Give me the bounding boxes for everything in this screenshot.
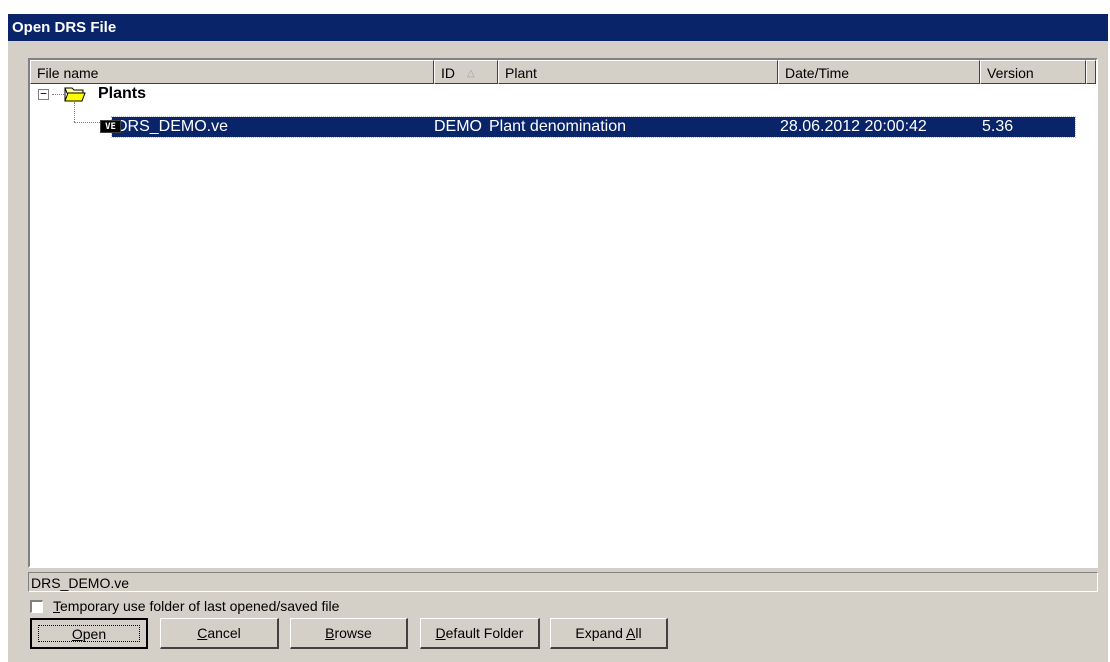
column-header-date-time[interactable]: Date/Time <box>778 60 980 84</box>
temp-folder-checkbox[interactable] <box>30 599 43 613</box>
folder-open-icon <box>64 87 86 102</box>
column-header-plant[interactable]: Plant <box>498 60 778 84</box>
tree-connector <box>74 122 100 123</box>
date-time-cell: 28.06.2012 20:00:42 <box>780 118 927 135</box>
open-button[interactable]: Open <box>30 618 148 649</box>
column-header-filler <box>1086 60 1096 84</box>
selected-path-field: DRS_DEMO.ve <box>28 572 1098 592</box>
tree-folder-label[interactable]: Plants <box>98 85 146 103</box>
expand-all-button[interactable]: Expand All <box>550 618 668 649</box>
column-header-id[interactable]: ID △ <box>434 60 498 84</box>
column-header-row: File name ID △ Plant Date/Time Version <box>30 60 1096 84</box>
temp-folder-option[interactable]: Temporary use folder of last opened/save… <box>30 596 339 616</box>
column-header-file-name[interactable]: File name <box>30 60 434 84</box>
ve-file-icon: VE <box>100 120 121 133</box>
id-cell: DEMO <box>434 118 482 135</box>
default-folder-button[interactable]: Default Folder <box>420 618 540 649</box>
tree-connector <box>74 102 75 122</box>
cancel-button[interactable]: Cancel <box>160 618 279 649</box>
open-drs-file-dialog: Open DRS File File name ID △ Plant Date/… <box>8 14 1108 662</box>
browse-button[interactable]: Browse <box>290 618 408 649</box>
plant-cell: Plant denomination <box>489 118 626 135</box>
tree-row-selected-file[interactable]: DRS_DEMO.ve DEMO Plant denomination 28.0… <box>111 116 1076 138</box>
collapse-toggle-icon[interactable]: − <box>38 88 49 100</box>
temp-folder-label: Temporary use folder of last opened/save… <box>53 598 340 614</box>
version-cell: 5.36 <box>982 118 1014 135</box>
title-bar: Open DRS File <box>8 14 1108 41</box>
tree-connector <box>52 94 64 95</box>
sort-ascending-icon: △ <box>467 68 475 79</box>
column-header-version[interactable]: Version <box>980 60 1086 84</box>
window-title: Open DRS File <box>12 19 117 36</box>
file-name-cell: DRS_DEMO.ve <box>116 118 229 135</box>
